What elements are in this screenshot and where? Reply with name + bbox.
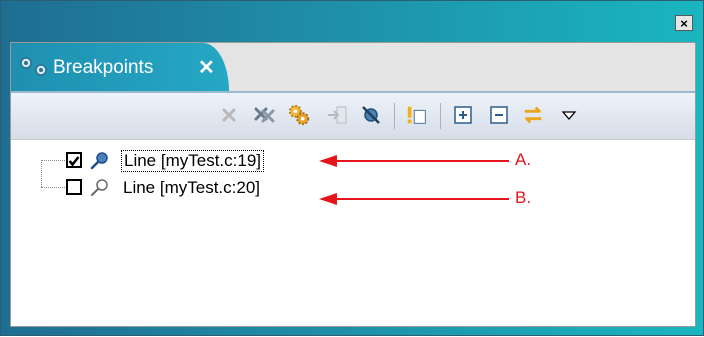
breakpoints-toolbar	[11, 91, 695, 139]
callout-label-a: A.	[515, 150, 532, 169]
debug-gears-button[interactable]	[287, 103, 311, 127]
toolbar-separator	[440, 103, 441, 129]
breakpoint-row[interactable]: Line [myTest.c:19]	[11, 148, 695, 174]
go-to-file-icon	[328, 106, 347, 124]
collapse-all-button[interactable]	[487, 103, 511, 127]
breakpoint-checkbox[interactable]	[66, 179, 82, 195]
view-menu-button[interactable]	[557, 103, 581, 127]
remove-all-button[interactable]	[253, 103, 277, 127]
breakpoint-enabled-icon	[90, 152, 108, 170]
debug-gears-icon	[288, 104, 310, 126]
expand-all-button[interactable]	[451, 103, 475, 127]
breakpoint-checkbox[interactable]	[66, 152, 82, 168]
breakpoints-view-icon	[20, 57, 47, 76]
breakpoint-row[interactable]: Line [myTest.c:20]	[11, 175, 695, 201]
breakpoints-window: × Breakpoints ✕ Line [myTest.c:19] Line …	[0, 0, 704, 336]
remove-icon	[222, 108, 236, 122]
checkmark-icon	[68, 156, 80, 167]
link-editor-icon	[524, 106, 542, 124]
tab-breakpoints[interactable]: Breakpoints ✕	[11, 43, 229, 91]
tab-close-icon[interactable]: ✕	[198, 55, 215, 80]
remove-all-icon	[254, 107, 275, 123]
skip-breakpoints-button[interactable]	[359, 103, 383, 127]
breakpoints-tree[interactable]: Line [myTest.c:19] Line [myTest.c:20]	[11, 139, 695, 326]
add-breakpoint-button[interactable]	[405, 103, 429, 127]
breakpoint-label[interactable]: Line [myTest.c:20]	[121, 178, 262, 198]
expand-all-icon	[454, 106, 472, 124]
link-editor-button[interactable]	[521, 103, 545, 127]
breakpoints-view: Breakpoints ✕ Line [myTest.c:19] Line [m…	[10, 42, 696, 327]
add-breakpoint-icon	[407, 106, 426, 124]
skip-breakpoints-icon	[362, 106, 380, 124]
callout-label-b: B.	[515, 188, 532, 207]
collapse-all-icon	[490, 106, 508, 124]
go-to-file-button[interactable]	[325, 103, 349, 127]
breakpoint-label[interactable]: Line [myTest.c:19]	[121, 150, 265, 172]
view-menu-icon	[561, 111, 577, 120]
tab-strip: Breakpoints ✕	[11, 43, 695, 91]
close-icon: ×	[680, 15, 688, 31]
toolbar-separator	[394, 103, 395, 129]
window-close-button[interactable]: ×	[675, 15, 693, 31]
tab-label: Breakpoints	[53, 57, 154, 78]
breakpoint-disabled-icon	[91, 179, 108, 196]
remove-button[interactable]	[217, 103, 241, 127]
